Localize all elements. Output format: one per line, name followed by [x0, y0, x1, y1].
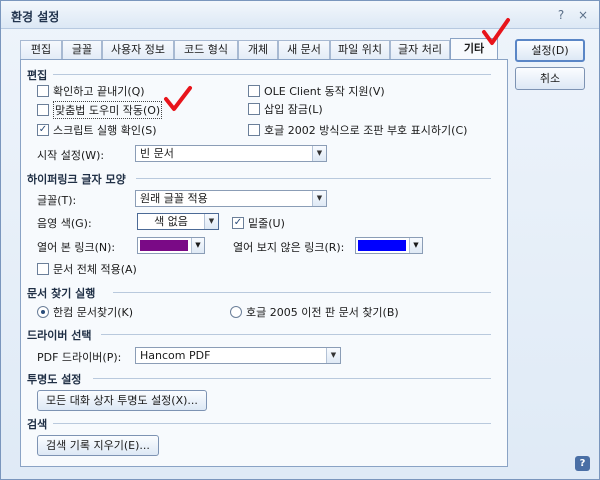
section-edit-title: 편집: [27, 69, 48, 82]
checkbox-label: 맞춤법 도우미 작동(O): [53, 101, 163, 119]
hancom-find-radio[interactable]: 한컴 문서찾기(K): [37, 304, 133, 320]
section-transparency-title: 투명도 설정: [27, 373, 82, 386]
checkbox-box[interactable]: [37, 263, 49, 275]
tab-user-info[interactable]: 사용자 정보: [102, 40, 174, 59]
tab-object[interactable]: 개체: [238, 40, 278, 59]
divider: [53, 74, 491, 75]
red-checkmark-annotation-icon: [482, 18, 510, 45]
checkbox-label: 확인하고 끝내기(Q): [53, 85, 145, 98]
transparency-settings-button[interactable]: 모든 대화 상자 투명도 설정(X)...: [37, 390, 207, 411]
section-find-title: 문서 찾기 실행: [27, 287, 96, 300]
hangul2002-marks-checkbox[interactable]: 호글 2002 방식으로 조판 부호 표시하기(C): [248, 122, 467, 138]
start-setting-dropdown[interactable]: 빈 문서 ▼: [135, 145, 327, 162]
chevron-down-icon[interactable]: ▼: [326, 348, 340, 363]
start-setting-label: 시작 설정(W):: [37, 149, 105, 162]
pdf-driver-dropdown[interactable]: Hancom PDF ▼: [135, 347, 341, 364]
section-search-title: 검색: [27, 418, 48, 431]
tab-strip: 편집 글꼴 사용자 정보 코드 형식 개체 새 문서 파일 위치 글자 처리 기…: [20, 38, 508, 60]
close-icon[interactable]: ×: [575, 7, 591, 23]
insert-lock-checkbox[interactable]: 삽입 잠금(L): [248, 101, 323, 117]
checkbox-label: OLE Client 동작 지원(V): [264, 85, 385, 98]
shade-color-label: 음영 색(G):: [37, 217, 92, 230]
checkbox-box[interactable]: ✓: [232, 217, 244, 229]
unvisited-link-label: 열어 보지 않은 링크(R):: [233, 241, 345, 254]
spell-helper-checkbox[interactable]: 맞춤법 도우미 작동(O): [37, 101, 163, 119]
tab-edit[interactable]: 편집: [20, 40, 62, 59]
apply-whole-doc-checkbox[interactable]: 문서 전체 적용(A): [37, 261, 137, 277]
cancel-button[interactable]: 취소: [515, 67, 585, 90]
ole-client-checkbox[interactable]: OLE Client 동작 지원(V): [248, 83, 385, 99]
radio-dot[interactable]: [37, 306, 49, 318]
dropdown-value: Hancom PDF: [140, 349, 211, 362]
confirm-exit-checkbox[interactable]: 확인하고 끝내기(Q): [37, 83, 145, 99]
unvisited-link-color-picker[interactable]: ▼: [355, 237, 423, 254]
color-swatch: [140, 240, 188, 251]
chevron-down-icon[interactable]: ▼: [312, 146, 326, 161]
visited-link-label: 열어 본 링크(N):: [37, 241, 116, 254]
checkbox-box[interactable]: [248, 124, 260, 136]
divider: [136, 178, 491, 179]
checkbox-box[interactable]: ✓: [37, 124, 49, 136]
tab-file-location[interactable]: 파일 위치: [330, 40, 390, 59]
radio-dot[interactable]: [230, 306, 242, 318]
color-swatch: [358, 240, 406, 251]
section-driver-title: 드라이버 선택: [27, 329, 92, 342]
settings-dialog: 환경 설정 ? × 편집 글꼴 사용자 정보 코드 형식 개체 새 문서 파일 …: [0, 0, 600, 480]
tab-new-document[interactable]: 새 문서: [278, 40, 330, 59]
red-checkmark-annotation-icon: [164, 86, 192, 111]
ok-button[interactable]: 설정(D): [515, 39, 585, 62]
checkbox-box[interactable]: [248, 103, 260, 115]
tab-text-processing[interactable]: 글자 처리: [390, 40, 450, 59]
dialog-title: 환경 설정: [11, 10, 60, 24]
checkbox-box[interactable]: [37, 85, 49, 97]
checkbox-box[interactable]: [248, 85, 260, 97]
divider: [113, 292, 491, 293]
shade-color-picker[interactable]: 색 없음 ▼: [137, 213, 219, 230]
script-confirm-checkbox[interactable]: ✓ 스크립트 실행 확인(S): [37, 122, 157, 138]
legacy-find-radio[interactable]: 호글 2005 이전 판 문서 찾기(B): [230, 304, 399, 320]
chevron-down-icon[interactable]: ▼: [191, 238, 204, 253]
chevron-down-icon[interactable]: ▼: [204, 214, 218, 229]
section-hyperlink-title: 하이퍼링크 글자 모양: [27, 173, 126, 186]
checkbox-label: 문서 전체 적용(A): [53, 263, 137, 276]
divider: [93, 378, 491, 379]
dropdown-value: 원래 글꼴 적용: [140, 192, 208, 205]
pdf-driver-label: PDF 드라이버(P):: [37, 351, 122, 364]
underline-checkbox[interactable]: ✓ 밑줄(U): [232, 215, 285, 231]
help-title-icon[interactable]: ?: [553, 7, 569, 23]
radio-label: 호글 2005 이전 판 문서 찾기(B): [246, 306, 399, 319]
chevron-down-icon[interactable]: ▼: [312, 191, 326, 206]
radio-label: 한컴 문서찾기(K): [53, 306, 134, 319]
dropdown-value: 빈 문서: [140, 147, 174, 160]
clear-search-history-button[interactable]: 검색 기록 지우기(E)...: [37, 435, 159, 456]
divider: [53, 423, 491, 424]
help-icon[interactable]: ?: [575, 456, 590, 471]
hyperlink-font-label: 글꼴(T):: [37, 194, 77, 207]
checkbox-label: 호글 2002 방식으로 조판 부호 표시하기(C): [264, 124, 468, 137]
checkbox-label: 스크립트 실행 확인(S): [53, 124, 157, 137]
checkbox-label: 밑줄(U): [248, 217, 285, 230]
checkbox-box[interactable]: [37, 104, 49, 116]
dropdown-value: 색 없음: [154, 215, 188, 228]
tab-font[interactable]: 글꼴: [62, 40, 102, 59]
checkbox-label: 삽입 잠금(L): [264, 103, 323, 116]
hyperlink-font-dropdown[interactable]: 원래 글꼴 적용 ▼: [135, 190, 327, 207]
tab-code-format[interactable]: 코드 형식: [174, 40, 238, 59]
chevron-down-icon[interactable]: ▼: [409, 238, 422, 253]
visited-link-color-picker[interactable]: ▼: [137, 237, 205, 254]
divider: [101, 334, 491, 335]
